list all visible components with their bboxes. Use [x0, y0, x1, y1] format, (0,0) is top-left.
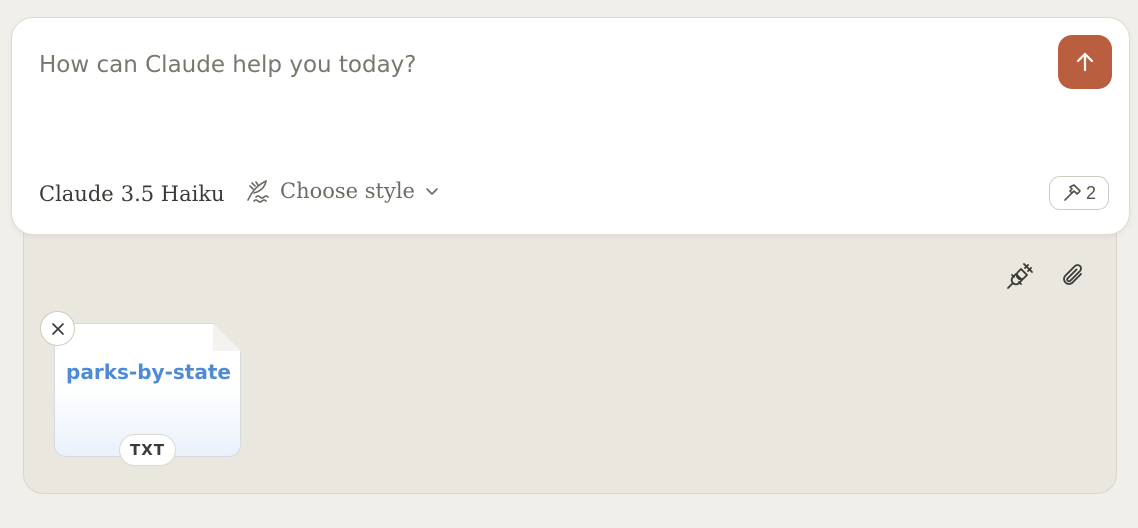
plug-icon: [1007, 263, 1033, 289]
arrow-up-icon: [1076, 52, 1094, 72]
model-brand: Claude: [39, 182, 114, 206]
pen-style-icon: [247, 180, 269, 203]
chevron-down-icon: [426, 188, 438, 195]
attachment-name: parks-by-state: [66, 360, 231, 384]
style-selector[interactable]: Choose style: [244, 178, 439, 204]
connect-integration-button[interactable]: [1004, 260, 1036, 292]
close-icon: [51, 322, 64, 335]
chat-composer: Claude 3.5 Haiku Choose style 2: [11, 17, 1130, 235]
send-button[interactable]: [1058, 35, 1112, 89]
prompt-input[interactable]: [39, 48, 1019, 82]
hammer-icon: [1064, 184, 1081, 201]
attachment-type-badge: TXT: [119, 434, 177, 466]
model-version: 3.5 Haiku: [120, 182, 225, 206]
paperclip-icon: [1063, 264, 1082, 285]
style-label: Choose style: [280, 179, 415, 203]
remove-attachment-button[interactable]: [40, 311, 75, 346]
tools-button[interactable]: 2: [1049, 176, 1109, 210]
model-selector[interactable]: Claude 3.5 Haiku: [39, 182, 225, 206]
attachment-card[interactable]: parks-by-state TXT: [54, 323, 241, 466]
tools-count: 2: [1085, 182, 1096, 203]
page-fold: [213, 323, 241, 351]
attach-file-button[interactable]: [1058, 260, 1090, 292]
